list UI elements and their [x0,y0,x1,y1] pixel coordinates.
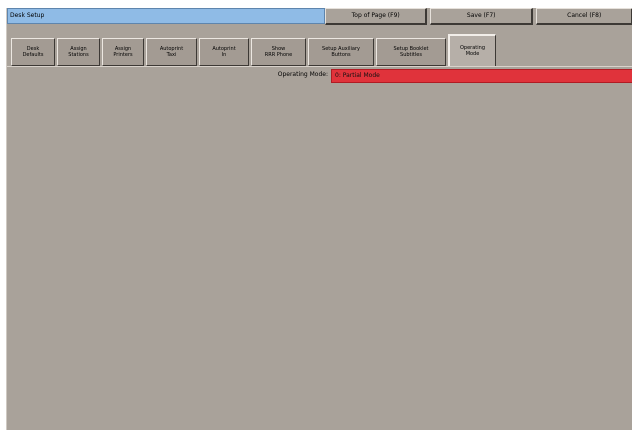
operating-mode-field[interactable]: 0: Partial Mode [331,69,632,83]
window-title: Desk Setup [7,8,326,24]
tab-assign-stations[interactable]: Assign Stations [57,38,100,66]
tab-assign-printers[interactable]: Assign Printers [102,38,144,66]
tab-autoprint-taxi[interactable]: Autoprint Taxi [146,38,197,66]
operating-mode-panel: Operating Mode: 0: Partial Mode [7,66,632,430]
tab-autoprint-in[interactable]: Autoprint In [199,38,249,66]
operating-mode-label: Operating Mode: [277,71,328,78]
desk-setup-window: Desk Setup Top of Page (F9) Save (F7) Ca… [6,8,632,430]
tab-setup-auxiliary-buttons[interactable]: Setup Auxiliary Buttons [308,38,374,66]
operating-mode-row: Operating Mode: 0: Partial Mode [7,69,632,83]
cancel-button[interactable]: Cancel (F8) [536,8,632,25]
top-of-page-button[interactable]: Top of Page (F9) [325,8,427,25]
title-bar: Desk Setup Top of Page (F9) Save (F7) Ca… [7,8,632,28]
tab-operating-mode[interactable]: Operating Mode [448,34,496,66]
tab-show-rrr-phone[interactable]: Show RRR Phone [251,38,306,66]
save-button[interactable]: Save (F7) [429,8,534,25]
tab-desk-defaults[interactable]: Desk Defaults [11,38,55,66]
tab-setup-booklet-subtitles[interactable]: Setup Booklet Subtitles [376,38,446,66]
